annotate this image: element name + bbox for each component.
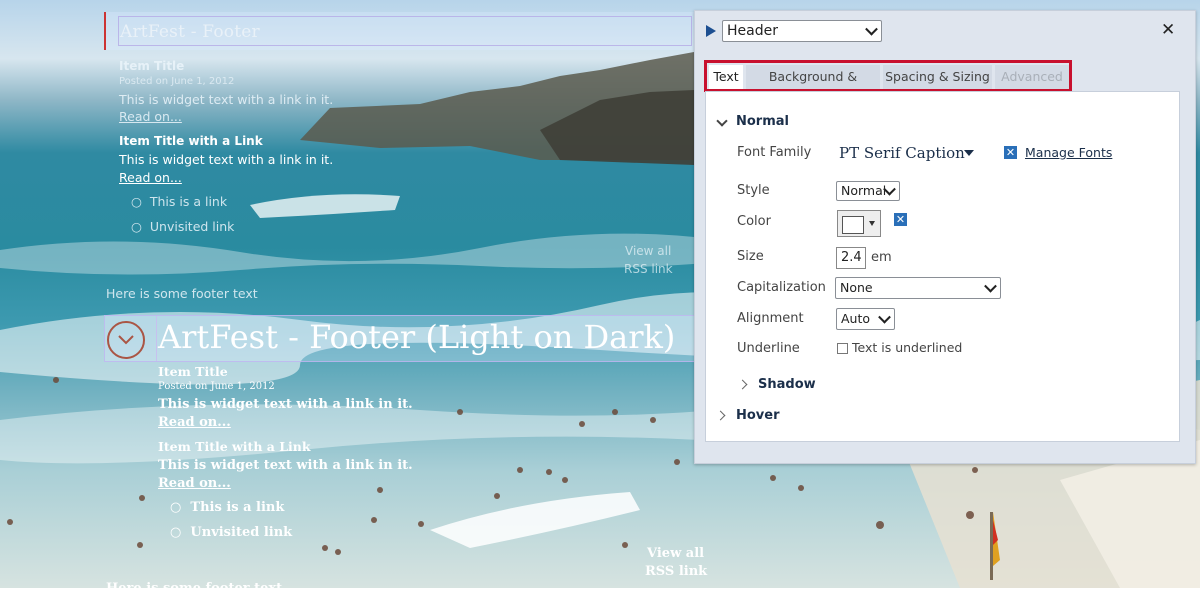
chevron-down-icon[interactable] bbox=[716, 115, 728, 127]
color-swatch bbox=[842, 216, 864, 234]
chevron-down-icon bbox=[865, 22, 878, 36]
caret-down-icon[interactable] bbox=[964, 150, 974, 156]
bullet-icon: ○ bbox=[131, 194, 142, 209]
footer-item-title: Item Title bbox=[119, 59, 185, 73]
chevron-down-icon bbox=[118, 335, 134, 345]
underline-checkbox[interactable] bbox=[837, 343, 848, 354]
section-normal[interactable]: Normal bbox=[736, 114, 789, 129]
footer-item-date: Posted on June 1, 2012 bbox=[119, 76, 235, 87]
dark-item-title: Item Title bbox=[158, 364, 228, 379]
caret-down-icon bbox=[869, 221, 875, 226]
section-shadow[interactable]: Shadow bbox=[758, 377, 816, 392]
collapse-toggle-button[interactable] bbox=[107, 321, 145, 359]
bullet-icon: ○ bbox=[170, 500, 182, 515]
alignment-label: Alignment bbox=[737, 311, 804, 326]
footer-list-item: ○ This is a link bbox=[131, 194, 227, 209]
alignment-select-value: Auto bbox=[841, 311, 871, 326]
element-select-value: Header bbox=[727, 23, 778, 39]
remove-font-icon[interactable]: ✕ bbox=[1004, 146, 1017, 159]
close-icon[interactable]: ✕ bbox=[1161, 20, 1175, 40]
footer-read-more-link[interactable]: Read on... bbox=[119, 109, 182, 124]
bullet-icon: ○ bbox=[131, 219, 142, 234]
chevron-down-icon bbox=[984, 279, 997, 293]
footer-list-item: ○ Unvisited link bbox=[131, 219, 234, 234]
size-input[interactable]: 2.4 bbox=[836, 247, 866, 269]
tab-spacing-sizing[interactable]: Spacing & Sizing bbox=[883, 65, 992, 89]
chevron-right-icon[interactable] bbox=[715, 410, 726, 421]
dark-list-item: ○ This is a link bbox=[170, 500, 284, 515]
title-divider bbox=[156, 316, 157, 361]
font-family-selector[interactable]: PT Serif Caption bbox=[839, 144, 965, 162]
style-select-value: Normal bbox=[841, 183, 887, 198]
footer-view-all-link[interactable]: View all bbox=[625, 244, 671, 258]
dark-rss-link[interactable]: RSS link bbox=[645, 564, 707, 579]
element-select[interactable]: Header bbox=[722, 20, 882, 42]
underline-checkbox-label[interactable]: Text is underlined bbox=[852, 340, 962, 355]
dark-list-item: ○ Unvisited link bbox=[170, 525, 292, 540]
tab-background-border[interactable]: Background & Border bbox=[746, 65, 880, 108]
dark-read-more-link[interactable]: Read on... bbox=[158, 415, 231, 430]
style-select[interactable]: Normal bbox=[836, 181, 900, 201]
capitalization-select[interactable]: None bbox=[835, 277, 1001, 299]
dark-item-text: This is widget text with a link in it. bbox=[158, 397, 413, 412]
dark-footer-section-title: ArtFest - Footer (Light on Dark) bbox=[158, 318, 676, 356]
style-tabs: Text Background & Border Spacing & Sizin… bbox=[704, 60, 1072, 108]
footer-item-text: This is widget text with a link in it. bbox=[119, 152, 334, 167]
style-editor-panel: Header ✕ Text Background & Border Spacin… bbox=[694, 10, 1196, 464]
dark-read-more-link[interactable]: Read on... bbox=[158, 476, 231, 491]
section-hover[interactable]: Hover bbox=[736, 408, 780, 423]
capitalization-select-value: None bbox=[840, 280, 873, 295]
footer-item-text: This is widget text with a link in it. bbox=[119, 92, 334, 107]
footer-read-more-link[interactable]: Read on... bbox=[119, 170, 182, 185]
play-icon[interactable] bbox=[706, 25, 716, 37]
footer-rss-link[interactable]: RSS link bbox=[624, 262, 673, 276]
manage-fonts-link[interactable]: Manage Fonts bbox=[1025, 145, 1112, 160]
footer-link[interactable]: This is a link bbox=[150, 194, 227, 209]
footer-section-title: ArtFest - Footer bbox=[120, 22, 260, 42]
dark-item-text: This is widget text with a link in it. bbox=[158, 458, 413, 473]
color-picker[interactable] bbox=[837, 210, 881, 237]
footer-link[interactable]: Unvisited link bbox=[150, 219, 235, 234]
dark-footer-text: Here is some footer text bbox=[106, 581, 282, 588]
size-unit: em bbox=[871, 250, 892, 265]
size-label: Size bbox=[737, 249, 764, 264]
dark-item-title-link[interactable]: Item Title with a Link bbox=[158, 439, 311, 454]
tab-text[interactable]: Text bbox=[709, 65, 743, 89]
capitalization-label: Capitalization bbox=[737, 280, 826, 295]
footer-text: Here is some footer text bbox=[106, 286, 258, 301]
footer-item-title-link[interactable]: Item Title with a Link bbox=[119, 134, 263, 148]
chevron-down-icon bbox=[878, 310, 891, 324]
color-label: Color bbox=[737, 214, 771, 229]
dark-link[interactable]: Unvisited link bbox=[190, 525, 292, 540]
alignment-select[interactable]: Auto bbox=[836, 308, 895, 330]
dark-link[interactable]: This is a link bbox=[190, 500, 284, 515]
underline-label: Underline bbox=[737, 341, 800, 356]
dark-view-all-link[interactable]: View all bbox=[647, 546, 704, 561]
bullet-icon: ○ bbox=[170, 525, 182, 540]
text-style-form: Normal Font Family PT Serif Caption ✕ Ma… bbox=[705, 91, 1180, 442]
chevron-right-icon[interactable] bbox=[737, 379, 748, 390]
dark-item-date: Posted on June 1, 2012 bbox=[158, 381, 275, 392]
tab-advanced: Advanced bbox=[995, 65, 1069, 89]
font-family-label: Font Family bbox=[737, 145, 812, 160]
clear-color-icon[interactable]: ✕ bbox=[894, 213, 907, 226]
style-label: Style bbox=[737, 183, 770, 198]
